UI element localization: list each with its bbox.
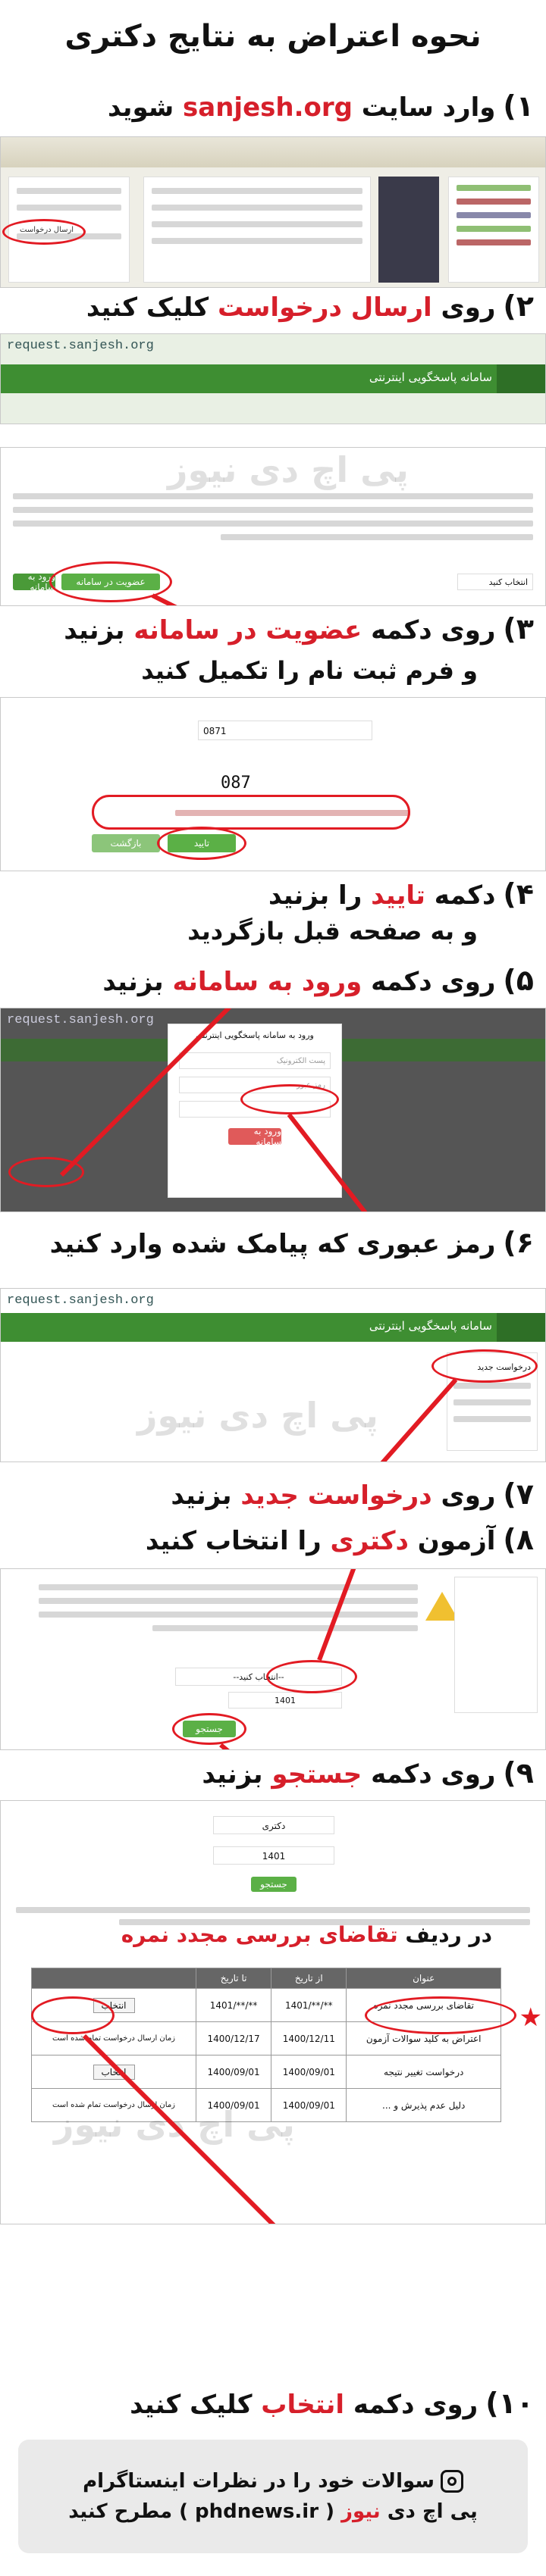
screenshot-register-form: 0871 087 تایید بازگشت [0,697,546,871]
step-highlight: جستجو [271,1759,362,1790]
step-text: آزمون [408,1526,496,1556]
news-photo [378,177,439,283]
step-text: بزنید [102,967,173,997]
step-text: روی دکمه [362,1759,496,1790]
step-5-caption: ۵)روی دکمه ورود به سامانه بزنید [102,964,534,997]
site-logo [497,364,545,393]
step-highlight: sanjesh.org [183,92,353,123]
step-text: شوید [108,92,184,123]
step-number: ۹) [503,1756,534,1790]
step-highlight: درخواست جدید [240,1480,432,1511]
step-number: ۲) [503,289,534,323]
phone-field[interactable]: 0871 [198,721,372,740]
screenshot-dashboard: request.sanjesh.org سامانه پاسخگویی اینت… [0,1288,546,1462]
footer-highlight: نیوز [341,2500,381,2524]
step-4-subcaption: و به صفحه قبل بازگردید [187,917,478,946]
step-number: ۷) [503,1477,534,1511]
step-highlight: ارسال درخواست [218,292,432,323]
step-number: ۵) [503,964,534,997]
step-text: روی دکمه [344,2390,479,2420]
annotation-arrow [380,1378,458,1462]
annotation-arrow [151,593,177,605]
header-brand: سامانه پاسخگویی اینترنتی [369,370,492,384]
step-text: کلیک کنید [86,292,218,323]
screenshot-login-modal: request.sanjesh.org ورود به سامانه پاسخگ… [0,1008,546,1212]
green-header: سامانه پاسخگویی اینترنتی [1,364,545,393]
step-highlight: تایید [371,880,425,911]
news-text [143,177,371,283]
footer-line-1: سوالات خود را در نظرات اینستاگرام [83,2470,463,2493]
step-text: روی [431,1480,496,1511]
screenshot-membership: پی اچ دی نیوز عضویت در سامانه ورود به سا… [0,447,546,606]
screenshot-results: دکتری 1401 جستجو در ردیف تقاضای بررسی مج… [0,1800,546,2224]
step-text: کلیک کنید [130,2390,262,2420]
annotation-arrow [59,1008,368,1211]
screenshot-request-header: request.sanjesh.org سامانه پاسخگویی اینت… [0,333,546,424]
step-highlight: ورود به سامانه [172,967,362,997]
step-text: روی دکمه [362,615,496,646]
step-text: بزنید [202,1759,272,1790]
step-8-caption: ۸)آزمون دکتری را انتخاب کنید [146,1523,534,1556]
footer-text: ( phdnews.ir ) مطرح کنید [68,2500,342,2524]
step-3-subcaption: و فرم ثبت نام را تکمیل کنید [141,656,478,685]
step-4-caption: ۴)دکمه تایید را بزنید [268,877,534,911]
page-title: نحوه اعتراض به نتایج دکتری [64,19,482,54]
step-text: بزنید [64,615,134,646]
step-2-caption: ۲)روی ارسال درخواست کلیک کنید [86,289,534,323]
footer-line-2: پی اچ دی نیوز ( phdnews.ir ) مطرح کنید [68,2500,477,2523]
step-text: دکمه [425,880,496,911]
step-9-caption: ۹)روی دکمه جستجو بزنید [202,1756,534,1790]
highlight-oval [157,827,246,860]
step-number: ۴) [503,877,534,911]
annotation-arrow [82,2034,276,2224]
captcha-image: 087 [221,774,251,792]
step-text: روی [431,292,496,323]
highlight-oval [2,219,86,245]
step-text: را انتخاب کنید [145,1526,331,1556]
step-3-caption: ۳)روی دکمه عضویت در سامانه بزنید [64,612,534,646]
site-header [1,137,545,167]
step-10-caption: ۱۰)روی دکمه انتخاب کلیک کنید [130,2387,534,2420]
step-number: ۳) [503,612,534,646]
footer-text: پی اچ دی [380,2500,478,2524]
step-text: وارد سایت [352,92,496,123]
step-1-caption: ۱)وارد سایت sanjesh.org شوید [108,89,534,123]
highlight-oval [92,795,410,830]
step-number: ۶) [503,1226,534,1259]
step-number: ۸) [503,1523,534,1556]
step-highlight: انتخاب [261,2390,345,2420]
footer-box: سوالات خود را در نظرات اینستاگرام پی اچ … [18,2440,528,2553]
step-text: را بزنید [268,880,372,911]
step-highlight: عضویت در سامانه [133,615,362,646]
step-number: ۱۰) [485,2387,534,2420]
site-url: request.sanjesh.org [7,339,154,353]
step-text: روی دکمه [362,967,496,997]
return-button[interactable]: بازگشت [92,834,160,852]
screenshot-sanjesh-home: ارسال درخواست [0,136,546,288]
step-number: ۱) [503,89,534,123]
right-menu [448,177,539,283]
step-text: بزنید [171,1480,241,1511]
step-7-caption: ۷)روی درخواست جدید بزنید [171,1477,534,1511]
annotation-arrow [219,1569,356,1749]
step-6-caption: ۶)رمز عبوری که پیامک شده وارد کنید [50,1226,534,1259]
step-highlight: دکتری [330,1526,409,1556]
step-text: رمز عبوری که پیامک شده وارد کنید [49,1229,496,1259]
footer-text: سوالات خود را در نظرات اینستاگرام [83,2469,435,2493]
instagram-icon [440,2470,463,2493]
screenshot-exam-select: --انتخاب کنید-- 1401 جستجو [0,1568,546,1750]
